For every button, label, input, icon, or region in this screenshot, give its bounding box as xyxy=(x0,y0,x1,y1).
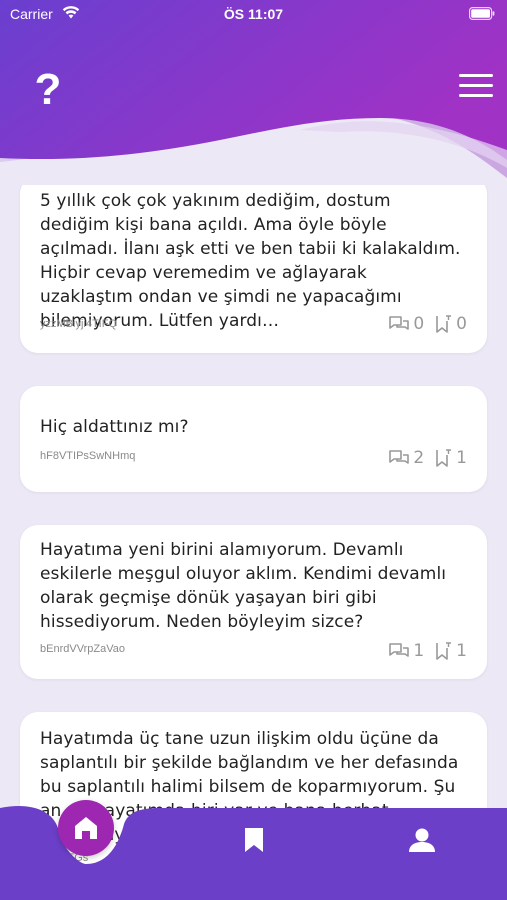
comment-icon xyxy=(389,450,410,464)
post-stats: 0 0 xyxy=(389,314,467,334)
bookmark-icon xyxy=(245,828,263,852)
save-count: 0 xyxy=(456,314,467,334)
post-card[interactable]: 5 yıllık çok çok yakınım dediğim, dostum… xyxy=(20,176,487,353)
post-card[interactable]: Hiç aldattınız mı? hF8VTIPsSwNHmq 2 1 xyxy=(20,386,487,492)
comment-icon xyxy=(389,643,410,657)
home-icon xyxy=(75,817,97,839)
post-stats: 1 1 xyxy=(389,641,467,661)
comment-count: 0 xyxy=(413,314,425,334)
app-header: Carrier ÖS 11:07 ? xyxy=(0,0,507,185)
post-text: 5 yıllık çok çok yakınım dediğim, dostum… xyxy=(40,191,461,331)
status-time: ÖS 11:07 xyxy=(223,6,284,22)
post-card[interactable]: Hayatıma yeni birini alamıyorum. Devamlı… xyxy=(20,525,487,679)
post-text: Hayatıma yeni birini alamıyorum. Devamlı… xyxy=(40,540,447,632)
help-button[interactable]: ? xyxy=(30,65,66,115)
tab-home[interactable] xyxy=(58,800,114,856)
tab-saved[interactable] xyxy=(242,826,266,858)
comment-count: 1 xyxy=(413,641,425,661)
tab-profile[interactable] xyxy=(408,826,436,858)
hamburger-menu-icon[interactable] xyxy=(459,74,493,102)
bookmark-outline-icon xyxy=(436,642,452,660)
post-stats: 2 1 xyxy=(389,448,467,468)
bookmark-outline-icon xyxy=(436,315,452,333)
comment-count: 2 xyxy=(413,448,425,468)
post-id: hF8VTIPsSwNHmq xyxy=(40,450,136,462)
comment-icon xyxy=(389,316,410,330)
post-id: bEnrdVVrpZaVao xyxy=(40,643,125,655)
post-text: Hiç aldattınız mı? xyxy=(40,417,189,437)
save-count: 1 xyxy=(456,641,467,661)
post-id: yzzMBiyji4TIFQ xyxy=(40,318,117,330)
status-bar: Carrier ÖS 11:07 xyxy=(0,0,507,30)
profile-icon xyxy=(409,828,435,852)
bookmark-outline-icon xyxy=(436,449,452,467)
battery-icon xyxy=(469,7,495,20)
bottom-tab-bar xyxy=(0,790,507,900)
save-count: 1 xyxy=(456,448,467,468)
